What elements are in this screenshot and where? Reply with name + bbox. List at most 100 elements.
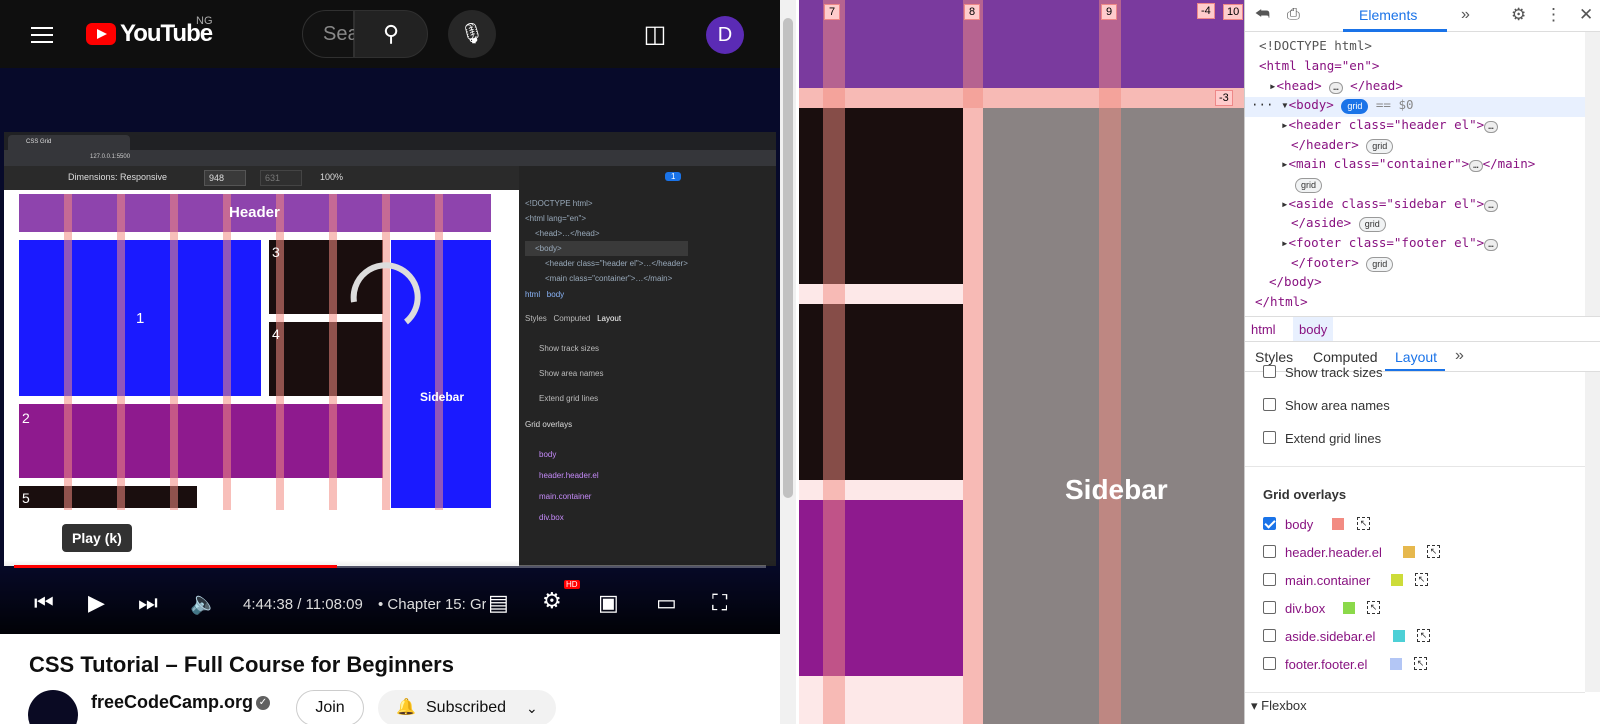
inner-dom-line: <!DOCTYPE html>	[525, 199, 593, 208]
select-element-icon[interactable]: ↖	[1415, 573, 1428, 586]
hamburger-icon[interactable]	[31, 22, 53, 48]
dom-header-close[interactable]: </header> grid	[1291, 137, 1394, 154]
devtools-panel: ⮪ ⎙ Elements » ⚙ ⋮ ✕ <!DOCTYPE html> <ht…	[1244, 0, 1600, 724]
dom-main[interactable]: ▸<main class="container">… </main>	[1281, 156, 1535, 172]
channel-name[interactable]: freeCodeCamp.org	[91, 692, 253, 713]
option-checkbox[interactable]	[1263, 365, 1276, 378]
more-tabs-icon[interactable]: »	[1455, 347, 1464, 365]
more-tabs-icon[interactable]: »	[1461, 6, 1470, 24]
layout-tab-indicator	[1385, 369, 1445, 371]
select-element-icon[interactable]: ↖	[1417, 629, 1430, 642]
overlay-color-swatch[interactable]	[1390, 658, 1402, 670]
miniplayer-icon[interactable]: ▣	[598, 590, 619, 616]
select-element-icon[interactable]: ↖	[1414, 657, 1427, 670]
overlay-checkbox[interactable]	[1263, 657, 1276, 670]
select-element-icon[interactable]: ↖	[1427, 545, 1440, 558]
device-toggle-icon[interactable]: ⎙	[1287, 6, 1300, 24]
create-video-icon[interactable]: ◫	[640, 20, 670, 48]
grid-line-number: -4	[1197, 3, 1215, 19]
tab-styles[interactable]: Styles	[1255, 349, 1293, 365]
overlay-checkbox[interactable]	[1263, 629, 1276, 642]
inner-tabbar: CSS Grid	[4, 132, 776, 150]
select-element-icon[interactable]: ↖	[1367, 601, 1380, 614]
breadcrumb: html body	[1245, 316, 1600, 342]
inner-address-bar: 127.0.0.1:5500	[4, 150, 776, 166]
inner-crumb: body	[546, 290, 565, 299]
previous-icon[interactable]: ⏮	[34, 590, 54, 616]
overlay-color-swatch[interactable]	[1393, 630, 1405, 642]
tab-layout[interactable]: Layout	[1395, 349, 1437, 365]
dom-html-close[interactable]: </html>	[1255, 294, 1308, 309]
crumb-html[interactable]: html	[1251, 322, 1276, 337]
overlay-checkbox[interactable]	[1263, 601, 1276, 614]
video-info: CSS Tutorial – Full Course for Beginners…	[0, 634, 780, 724]
inspect-icon[interactable]: ⮪	[1255, 6, 1270, 24]
overlay-checkbox[interactable]	[1263, 545, 1276, 558]
devtools-tabbar: ⮪ ⎙ Elements » ⚙ ⋮ ✕	[1245, 0, 1600, 32]
dom-body-selected[interactable]: ··· ▾<body> grid == $0	[1245, 97, 1600, 117]
dom-scrollbar[interactable]	[1585, 32, 1600, 316]
subscribed-label: Subscribed	[426, 699, 507, 716]
channel-avatar[interactable]	[28, 690, 78, 724]
overlay-color-swatch[interactable]	[1343, 602, 1355, 614]
fullscreen-icon[interactable]: ⛶	[712, 590, 727, 616]
search-input[interactable]: Sea	[302, 10, 359, 58]
dom-header[interactable]: ▸<header class="header el">…	[1281, 117, 1498, 133]
option-checkbox[interactable]	[1263, 431, 1276, 444]
join-button[interactable]: Join	[296, 690, 364, 724]
hd-badge: HD	[564, 580, 580, 589]
more-options-icon[interactable]: ⋮	[1545, 5, 1562, 25]
select-element-icon[interactable]: ↖	[1357, 517, 1370, 530]
inner-overlay: main.container	[539, 492, 592, 501]
grid-line-number: 8	[964, 4, 981, 20]
youtube-logo-icon[interactable]	[86, 23, 116, 45]
dom-head[interactable]: ▸<head> … </head>	[1269, 78, 1403, 94]
settings-gear-icon[interactable]: ⚙	[542, 588, 562, 614]
overlay-checkbox[interactable]	[1263, 573, 1276, 586]
inner-dom-line: <header class="header el">…</header>	[545, 259, 688, 268]
height-field: 631	[260, 170, 302, 186]
vertical-scrollbar[interactable]	[780, 0, 796, 724]
search-button[interactable]: ⚲	[354, 10, 428, 58]
overlay-color-swatch[interactable]	[1403, 546, 1415, 558]
layout-scrollbar[interactable]	[1585, 372, 1600, 692]
settings-gear-icon[interactable]: ⚙	[1511, 5, 1526, 25]
overlay-checkbox-body[interactable]	[1263, 517, 1276, 530]
overlay-color-swatch[interactable]	[1332, 518, 1344, 530]
option-checkbox[interactable]	[1263, 398, 1276, 411]
dom-aside-close[interactable]: </aside> grid	[1291, 215, 1386, 232]
tab-elements[interactable]: Elements	[1359, 7, 1417, 23]
scrollbar-thumb[interactable]	[783, 18, 793, 498]
avatar[interactable]: D	[706, 16, 744, 54]
microphone-icon: 🎙	[459, 23, 485, 45]
close-icon[interactable]: ✕	[1579, 5, 1593, 25]
microphone-button[interactable]: 🎙	[448, 10, 496, 58]
dom-aside[interactable]: ▸<aside class="sidebar el">…	[1281, 196, 1498, 212]
inner-overlays-title: Grid overlays	[525, 420, 573, 429]
chapter-label[interactable]: • Chapter 15: Gr	[378, 596, 486, 613]
inner-tab-computed: Computed	[553, 314, 591, 323]
next-icon[interactable]: ⏭	[138, 590, 158, 616]
inner-dom-line: <head>…</head>	[535, 229, 600, 238]
dom-html-open[interactable]: <html lang="en">	[1259, 58, 1379, 73]
grid-overlays-title: Grid overlays	[1263, 487, 1347, 502]
play-icon[interactable]: ▶	[88, 590, 105, 616]
inner-device-toolbar: Dimensions: Responsive 948 631 100%	[4, 166, 519, 190]
overlay-color-swatch[interactable]	[1391, 574, 1403, 586]
tab-computed[interactable]: Computed	[1313, 349, 1378, 365]
inner-overlay: header.header.el	[539, 471, 599, 480]
flexbox-section[interactable]: ▾ Flexbox	[1251, 698, 1307, 714]
dom-body-close[interactable]: </body>	[1269, 274, 1322, 289]
theater-mode-icon[interactable]: ▭	[656, 590, 677, 616]
search-icon: ⚲	[382, 21, 400, 46]
volume-icon[interactable]: 🔈	[190, 590, 217, 616]
dom-footer[interactable]: ▸<footer class="footer el">…	[1281, 235, 1498, 251]
dom-doctype[interactable]: <!DOCTYPE html>	[1259, 38, 1372, 53]
crumb-body[interactable]: body	[1293, 317, 1334, 341]
width-field: 948	[204, 170, 246, 186]
video-player[interactable]: CSS Grid 127.0.0.1:5500 Dimensions: Resp…	[0, 68, 780, 634]
subscribed-button[interactable]: 🔔 Subscribed ⌄	[378, 690, 556, 724]
verified-icon: ✓	[256, 696, 270, 710]
subtitles-icon[interactable]: ▤	[488, 590, 509, 616]
dom-footer-close[interactable]: </footer> grid	[1291, 255, 1394, 272]
